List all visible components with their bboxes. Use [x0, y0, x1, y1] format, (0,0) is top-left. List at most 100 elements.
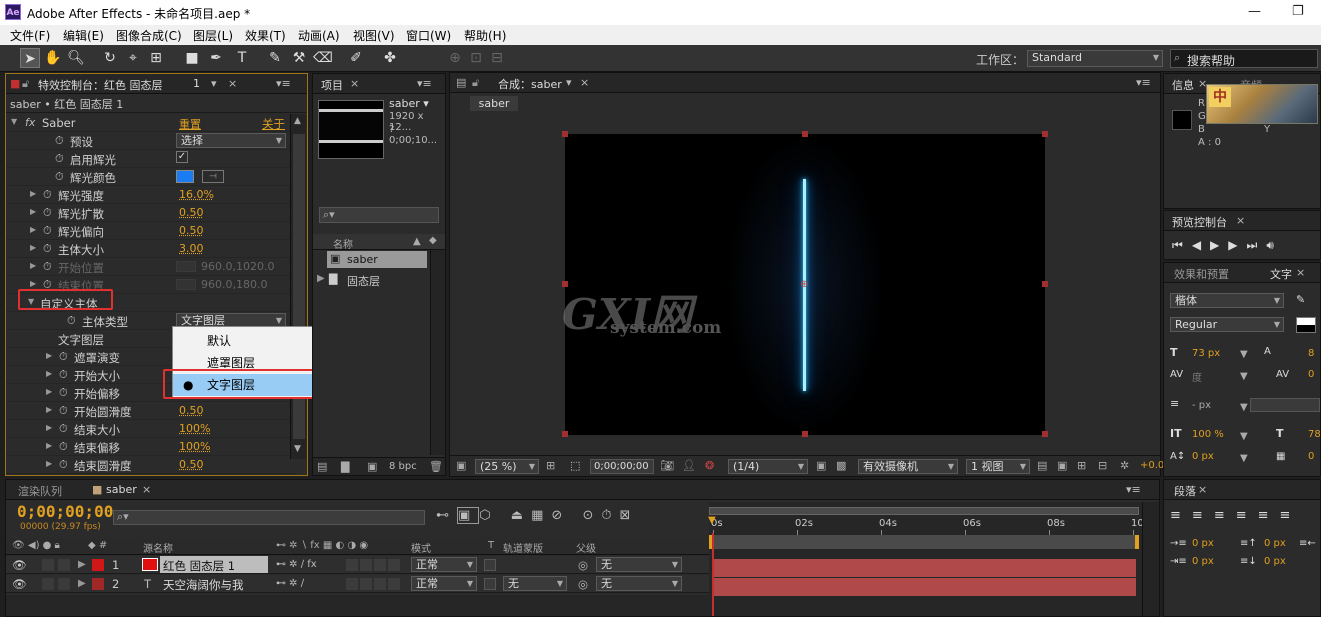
comp-timecode[interactable]: 0;00;00;00: [590, 459, 654, 474]
collapse-triangle-icon[interactable]: ▼: [11, 117, 17, 126]
views-dropdown[interactable]: 1 视图: [966, 459, 1030, 474]
eyedropper-icon[interactable]: ⟞: [202, 170, 224, 183]
hide-shy-icon[interactable]: ⬡: [479, 508, 498, 523]
brush-tool-icon[interactable]: ✎: [265, 48, 285, 68]
comp-breadcrumb[interactable]: saber: [470, 96, 518, 111]
expand-triangle-icon[interactable]: ▶: [30, 189, 36, 198]
expand-triangle-icon[interactable]: ▶: [30, 261, 36, 270]
effect-param-row[interactable]: ▶ ⏱ 辉光偏向 0.50: [6, 222, 296, 240]
expand-triangle-icon[interactable]: ▶: [30, 279, 36, 288]
comp-mini-flowchart-icon[interactable]: ⊷: [436, 508, 457, 523]
space-before-value[interactable]: 0 px: [1264, 538, 1286, 549]
region-icon[interactable]: ⬚: [570, 459, 580, 472]
stopwatch-icon[interactable]: ⏱: [43, 260, 52, 274]
restore-button[interactable]: ❐: [1292, 4, 1304, 19]
interpret-footage-icon[interactable]: ▤: [317, 460, 327, 473]
justify-left-icon[interactable]: ≡: [1236, 508, 1258, 523]
expand-triangle-icon[interactable]: ▶: [30, 207, 36, 216]
expand-triangle-icon[interactable]: ▶: [30, 243, 36, 252]
effect-param-row[interactable]: ▶ ⏱ 开始圆滑度 0.50: [6, 402, 296, 420]
roi-icon[interactable]: ▣: [816, 459, 826, 472]
menu-effect[interactable]: 效果(T): [245, 27, 286, 44]
brainstorm-icon[interactable]: ⊘: [551, 508, 570, 523]
timeline-scrollbar[interactable]: [1142, 502, 1159, 616]
timeline-layer-row[interactable]: 👁︎ ▶ 1 红色 固态层 1 ⊷ ✲ ∕ fx 正常 ◎ 无: [6, 556, 714, 574]
param-checkbox[interactable]: ✓: [176, 151, 188, 163]
minimize-button[interactable]: —: [1248, 4, 1261, 19]
layer-name[interactable]: 红色 固态层 1: [160, 556, 268, 573]
show-snapshot-icon[interactable]: 👤︎: [682, 459, 696, 472]
source-name-header[interactable]: 源名称: [143, 540, 173, 555]
eraser-tool-icon[interactable]: ⌫: [313, 48, 333, 68]
camera-dropdown[interactable]: 有效摄像机: [858, 459, 958, 474]
transparency-grid-icon[interactable]: ▩: [836, 459, 846, 472]
font-style-dropdown[interactable]: Regular: [1170, 317, 1284, 332]
align-center-icon[interactable]: ≡: [1192, 508, 1214, 523]
color-swatch[interactable]: [176, 170, 194, 183]
stopwatch-icon[interactable]: ⏱: [59, 368, 68, 382]
stopwatch-icon[interactable]: ⏱: [43, 206, 52, 220]
corner-handle[interactable]: [562, 431, 568, 437]
param-value[interactable]: 0.50: [179, 404, 204, 417]
param-value[interactable]: 3.00: [179, 242, 204, 255]
scroll-up-icon[interactable]: ▲: [294, 116, 301, 126]
layer-name[interactable]: 天空海阔你与我: [163, 577, 244, 593]
stroke-dropdown-icon[interactable]: ▼: [1240, 402, 1248, 413]
exposure-icon[interactable]: ✲: [1120, 459, 1129, 472]
work-area-bar[interactable]: [709, 507, 1139, 515]
corner-handle[interactable]: [1042, 431, 1048, 437]
hand-tool-icon[interactable]: ✋: [43, 48, 63, 68]
preserve-transparency-checkbox[interactable]: [484, 578, 496, 590]
tsume-value[interactable]: 0: [1308, 451, 1314, 462]
param-value[interactable]: 100%: [179, 422, 210, 435]
audio-toggle[interactable]: [42, 578, 54, 590]
horizontal-scale-value[interactable]: 78: [1308, 429, 1321, 440]
channel-icon[interactable]: ❂: [705, 459, 714, 472]
play-icon[interactable]: ▶: [1210, 238, 1228, 252]
expand-triangle-icon[interactable]: ▶: [78, 578, 86, 589]
edge-handle[interactable]: [802, 131, 808, 137]
render-queue-tab[interactable]: 渲染队列: [18, 483, 62, 499]
effect-param-row[interactable]: ⏱ 预设 选择: [6, 132, 296, 150]
graph-editor-icon[interactable]: ⏱: [601, 508, 619, 523]
menu-window[interactable]: 窗口(W): [406, 27, 451, 44]
project-search-input[interactable]: ⌕▾: [319, 207, 439, 223]
kerning-dropdown-icon[interactable]: ▼: [1240, 371, 1248, 382]
project-item-solids-folder[interactable]: ▶ ▇ 固态层: [317, 271, 427, 288]
panel-menu-icon[interactable]: ▾≡: [1126, 483, 1141, 496]
param-value[interactable]: 16.0%: [179, 188, 214, 201]
effect-param-row[interactable]: ▶ ⏱ 辉光扩散 0.50: [6, 204, 296, 222]
layer-bar-1[interactable]: [712, 559, 1136, 577]
effects-presets-tab[interactable]: 效果和预置: [1174, 266, 1229, 282]
paragraph-tab[interactable]: 段落 ×: [1164, 480, 1320, 500]
layer-switches-icon[interactable]: ⊷ ✲ ∕: [276, 578, 304, 589]
layer-switch-boxes[interactable]: [346, 578, 400, 590]
param-value[interactable]: 0.50: [179, 458, 204, 471]
param-value[interactable]: 0.50: [179, 224, 204, 237]
stopwatch-icon[interactable]: ⏱: [43, 242, 52, 256]
project-tab[interactable]: 项目 × ▾≡: [313, 74, 445, 94]
stopwatch-icon[interactable]: ⏱: [43, 224, 52, 238]
reset-link[interactable]: 重置: [179, 116, 201, 132]
audio-toggle[interactable]: [42, 559, 54, 571]
type-tool-icon[interactable]: T: [232, 48, 252, 68]
live-update-icon[interactable]: ⊠: [619, 508, 638, 523]
stopwatch-icon[interactable]: ⏱: [59, 404, 68, 418]
align-left-icon[interactable]: ≡: [1170, 508, 1192, 523]
close-icon[interactable]: ×: [350, 77, 359, 90]
effect-param-row[interactable]: ▶ ⏱ 辉光强度 16.0%: [6, 186, 296, 204]
font-size-value[interactable]: 73 px: [1192, 348, 1220, 359]
layer-switch-boxes[interactable]: [346, 559, 400, 571]
new-folder-icon[interactable]: ▇: [341, 460, 349, 473]
snapshot-icon[interactable]: 📷︎: [660, 459, 674, 472]
eyedropper-icon[interactable]: ✎: [1296, 293, 1305, 306]
work-area-range[interactable]: [709, 535, 1139, 549]
label-color-swatch[interactable]: [92, 559, 104, 571]
lock-icon[interactable]: 🔓︎: [472, 76, 479, 90]
tab-dropdown-icon[interactable]: ▾: [566, 76, 572, 89]
effect-header-saber[interactable]: ▼ fx Saber 重置 关于: [6, 114, 296, 132]
panel-menu-icon[interactable]: ▾≡: [276, 77, 291, 90]
vscale-dropdown-icon[interactable]: ▼: [1240, 431, 1248, 442]
close-icon[interactable]: ×: [1296, 266, 1305, 279]
pickwhip-icon[interactable]: ◎: [578, 558, 588, 572]
